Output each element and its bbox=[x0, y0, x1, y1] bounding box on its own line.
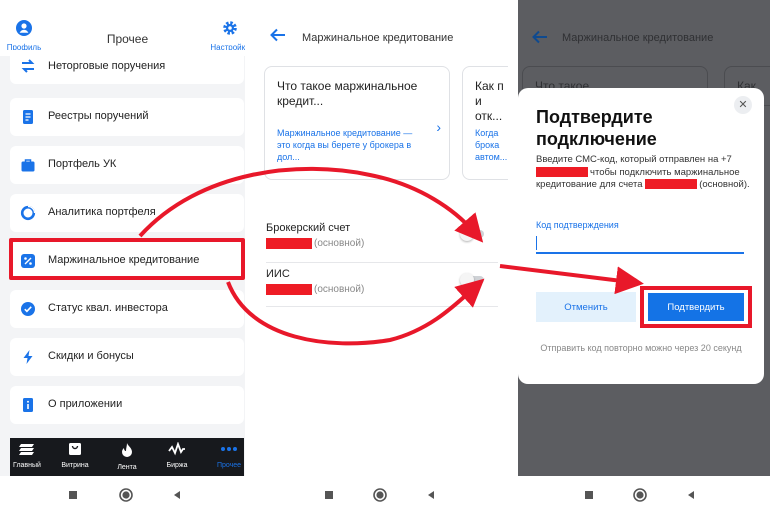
account-suffix: (основной) bbox=[314, 284, 365, 296]
card-title: Что такое маржинальное кредит... bbox=[277, 79, 418, 108]
account-row-brokerage: Брокерский счет (основной) bbox=[266, 222, 496, 266]
home-icon[interactable] bbox=[373, 488, 387, 502]
home-icon[interactable] bbox=[119, 488, 133, 502]
pie-chart-icon bbox=[20, 205, 36, 221]
check-badge-icon bbox=[21, 302, 35, 316]
layers-icon bbox=[19, 444, 34, 455]
cancel-button[interactable]: Отменить bbox=[536, 292, 636, 322]
recent-apps-icon[interactable] bbox=[68, 490, 78, 500]
resend-timer-text: Отправить код повторно можно через 20 се… bbox=[540, 343, 742, 353]
account-name: ИИС bbox=[266, 268, 290, 280]
confirm-dialog: ✕ Подтвердите подключение Введите СМС-ко… bbox=[518, 88, 764, 384]
android-nav-bar bbox=[256, 476, 508, 516]
account-name: Брокерский счет bbox=[266, 222, 351, 234]
menu-item-label: Аналитика портфеля bbox=[48, 206, 156, 218]
recent-apps-icon[interactable] bbox=[584, 490, 594, 500]
card-title: Как п и отк... bbox=[475, 79, 504, 123]
redaction-mark bbox=[266, 238, 312, 249]
android-nav-bar bbox=[518, 476, 770, 516]
tab-feed[interactable]: Лента bbox=[104, 442, 150, 471]
row-divider bbox=[266, 262, 498, 263]
menu-item-label: Неторговые поручения bbox=[48, 60, 166, 72]
pulse-chart-icon bbox=[168, 441, 185, 456]
code-field-label: Код подтверждения bbox=[536, 220, 619, 230]
annotation-highlight-box bbox=[9, 238, 245, 280]
menu-item-label: Реестры поручений bbox=[48, 110, 149, 122]
document-list-icon bbox=[23, 110, 33, 124]
chevron-right-icon: › bbox=[436, 119, 441, 135]
menu-item-non-trade-orders[interactable]: Неторговые поручения bbox=[10, 50, 244, 84]
info-card-what-is[interactable]: Что такое маржинальное кредит... Маржина… bbox=[264, 66, 450, 180]
menu-item-discounts[interactable]: Скидки и бонусы bbox=[10, 338, 244, 376]
app-header: Профиль Прочее Настройки bbox=[0, 0, 255, 56]
dialog-text: Введите СМС-код, который отправлен на +7… bbox=[536, 154, 750, 192]
close-icon[interactable]: ✕ bbox=[734, 96, 752, 114]
tab-label: Витрина bbox=[61, 462, 89, 469]
screen-margin-lending: Маржинальное кредитование Что такое марж… bbox=[256, 0, 508, 516]
flame-icon bbox=[122, 443, 132, 457]
card-link[interactable]: Маржинальное кредитование — это когда вы… bbox=[277, 127, 427, 163]
transfer-arrows-icon bbox=[21, 59, 35, 73]
more-dots-icon bbox=[221, 447, 237, 451]
redaction-mark bbox=[645, 179, 698, 190]
back-triangle-icon[interactable] bbox=[172, 490, 182, 500]
screen-other-menu: Профиль Прочее Настройки Неторговые пору… bbox=[0, 0, 255, 516]
tab-label: Биржа bbox=[166, 462, 188, 469]
menu-item-about[interactable]: О приложении bbox=[10, 386, 244, 424]
row-divider bbox=[266, 306, 498, 307]
menu-item-label: Статус квал. инвестора bbox=[48, 302, 168, 314]
menu-item-label: Портфель УК bbox=[48, 158, 117, 170]
back-arrow-icon[interactable] bbox=[270, 28, 286, 42]
dialog-text-part: Введите СМС-код, который отправлен на +7 bbox=[536, 154, 732, 165]
briefcase-icon bbox=[21, 159, 35, 172]
android-nav-bar bbox=[0, 476, 255, 516]
home-icon[interactable] bbox=[633, 488, 647, 502]
back-triangle-icon[interactable] bbox=[686, 490, 696, 500]
account-number-line: (основной) bbox=[266, 238, 364, 249]
bottom-tab-bar: Главный Витрина Лента Биржа Прочее bbox=[10, 438, 244, 476]
menu-item-label: Скидки и бонусы bbox=[48, 350, 134, 362]
tab-showcase[interactable]: Витрина bbox=[52, 442, 98, 469]
shopping-bag-icon bbox=[69, 443, 81, 455]
tab-label: Главный bbox=[13, 462, 41, 469]
dialog-title: Подтвердите подключение bbox=[536, 107, 657, 149]
dialog-text-part: (основной). bbox=[699, 179, 750, 190]
lightning-icon bbox=[23, 350, 33, 364]
info-card-how-to[interactable]: Как п и отк... Когда брока автом... bbox=[462, 66, 508, 180]
account-suffix: (основной) bbox=[314, 238, 365, 250]
tab-label: Лента bbox=[117, 464, 137, 471]
page-title: Маржинальное кредитование bbox=[562, 32, 714, 44]
tab-exchange[interactable]: Биржа bbox=[154, 441, 200, 469]
gear-icon bbox=[223, 21, 237, 35]
back-arrow-icon[interactable] bbox=[532, 30, 548, 44]
menu-item-qual-investor[interactable]: Статус квал. инвестора bbox=[10, 290, 244, 328]
card-link[interactable]: Когда брока автом... bbox=[475, 127, 508, 163]
app-header: Маржинальное кредитование bbox=[256, 0, 508, 60]
menu-item-order-registers[interactable]: Реестры поручений bbox=[10, 98, 244, 136]
info-icon bbox=[23, 398, 33, 412]
account-toggle-switch[interactable] bbox=[460, 227, 484, 241]
screen-divider bbox=[245, 0, 256, 516]
code-input[interactable] bbox=[536, 232, 744, 254]
page-title: Маржинальное кредитование bbox=[302, 32, 454, 44]
redaction-mark bbox=[536, 166, 588, 177]
text-caret bbox=[536, 236, 537, 250]
redaction-mark bbox=[266, 284, 312, 295]
menu-item-portfolio-uk[interactable]: Портфель УК bbox=[10, 146, 244, 184]
screen-divider bbox=[508, 0, 518, 516]
account-toggle-switch[interactable] bbox=[460, 273, 484, 287]
tab-main[interactable]: Главный bbox=[4, 442, 50, 469]
account-number-line: (основной) bbox=[266, 284, 364, 295]
confirm-button[interactable]: Подтвердить bbox=[648, 293, 744, 321]
annotation-highlight-box: Подтвердить bbox=[640, 286, 752, 328]
back-triangle-icon[interactable] bbox=[426, 490, 436, 500]
menu-item-portfolio-analytics[interactable]: Аналитика портфеля bbox=[10, 194, 244, 232]
recent-apps-icon[interactable] bbox=[324, 490, 334, 500]
menu-item-label: О приложении bbox=[48, 398, 123, 410]
screen-confirm-dialog: Маржинальное кредитование Что такое Как … bbox=[518, 0, 770, 516]
